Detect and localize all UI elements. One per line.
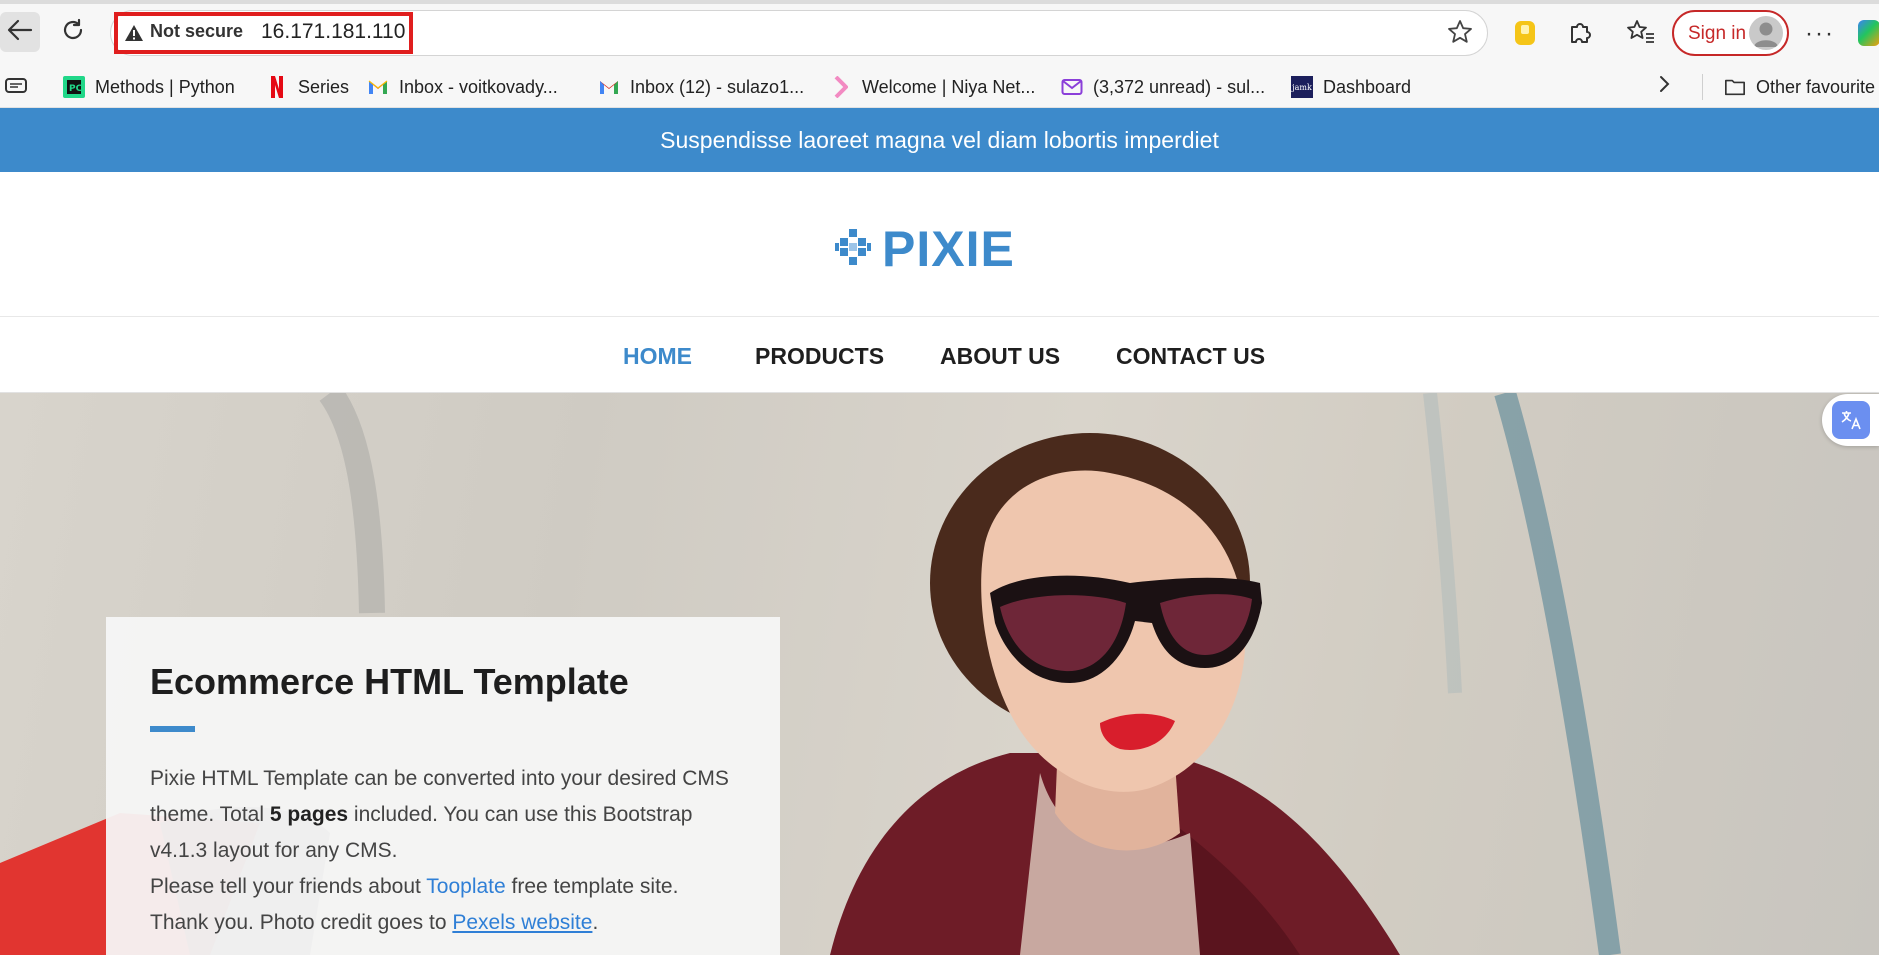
browser-toolbar: Not secure 16.171.181.110 Sign in ···	[0, 0, 1879, 66]
hero-credit-text: Thank you. Photo credit goes to Pexels w…	[150, 911, 599, 934]
copilot-icon[interactable]	[1858, 20, 1879, 46]
reading-list-icon[interactable]	[5, 77, 27, 100]
announcement-text: Suspendisse laoreet magna vel diam lobor…	[660, 126, 1219, 153]
jamk-icon: jamk	[1291, 76, 1313, 98]
extension-icon[interactable]	[1512, 19, 1538, 47]
hero-title: Ecommerce HTML Template	[150, 661, 629, 702]
bookmark-inbox-voitkovady[interactable]: Inbox - voitkovady...	[367, 74, 558, 100]
star-icon[interactable]	[1447, 19, 1473, 50]
pexels-link[interactable]: Pexels website	[452, 911, 592, 934]
bookmark-inbox-sulazo[interactable]: Inbox (12) - sulazo1...	[598, 74, 804, 100]
hero-share-text: Please tell your friends about Tooplate …	[150, 875, 679, 898]
announcement-bar: Suspendisse laoreet magna vel diam lobor…	[0, 108, 1879, 172]
nav-products[interactable]: PRODUCTS	[755, 343, 884, 370]
sign-in-button[interactable]: Sign in	[1672, 10, 1789, 56]
tooplate-link[interactable]: Tooplate	[426, 875, 505, 898]
bookmark-dashboard[interactable]: jamk Dashboard	[1291, 74, 1411, 100]
pages-count: 5 pages	[269, 803, 349, 826]
puzzle-icon[interactable]	[1566, 18, 1594, 51]
reload-icon	[60, 17, 86, 48]
sign-in-label: Sign in	[1688, 23, 1747, 44]
security-status-label[interactable]: Not secure	[150, 21, 243, 42]
gmail-icon	[598, 76, 620, 98]
avatar	[1749, 16, 1783, 50]
back-button[interactable]	[0, 12, 40, 52]
mail-icon	[1061, 76, 1083, 98]
pycharm-icon: PC	[63, 76, 85, 98]
warning-icon[interactable]	[124, 24, 144, 47]
reload-button[interactable]	[53, 12, 93, 52]
gmail-icon	[367, 76, 389, 98]
url-text[interactable]: 16.171.181.110	[261, 20, 405, 44]
netflix-icon	[266, 76, 288, 98]
arrow-left-icon	[7, 19, 33, 46]
bookmark-unread-mail[interactable]: (3,372 unread) - sul...	[1061, 74, 1265, 100]
translate-button[interactable]	[1822, 394, 1879, 446]
nav-about-us[interactable]: ABOUT US	[940, 343, 1060, 370]
nav-home[interactable]: HOME	[623, 343, 692, 370]
more-options-button[interactable]: ···	[1805, 20, 1835, 48]
bookmark-methods-python[interactable]: PC Methods | Python	[63, 74, 235, 100]
favourites-icon[interactable]	[1626, 18, 1656, 51]
chevron-right-icon[interactable]	[1658, 73, 1672, 101]
site-logo[interactable]: PIXIE	[834, 220, 1015, 278]
bookmark-series[interactable]: Series	[266, 74, 349, 100]
bookmarks-divider	[1702, 74, 1703, 100]
title-underline	[150, 726, 195, 732]
bookmark-other-favourites[interactable]: Other favourite	[1724, 74, 1875, 100]
nav-contact-us[interactable]: CONTACT US	[1116, 343, 1265, 370]
tab-strip-edge	[0, 0, 1879, 4]
folder-icon	[1724, 76, 1746, 98]
hero-description: Pixie HTML Template can be converted int…	[150, 767, 729, 862]
logo-text: PIXIE	[882, 221, 1015, 277]
pixel-diamond-icon	[834, 228, 872, 271]
main-nav: HOME PRODUCTS ABOUT US CONTACT US	[0, 317, 1879, 393]
svg-text:PC: PC	[69, 84, 83, 94]
chevron-brand-icon	[830, 76, 852, 98]
hero-card: Ecommerce HTML Template Pixie HTML Templ…	[106, 617, 780, 955]
bookmark-niya-net[interactable]: Welcome | Niya Net...	[830, 74, 1035, 100]
translate-icon	[1832, 401, 1870, 439]
site-header: PIXIE	[0, 172, 1879, 317]
